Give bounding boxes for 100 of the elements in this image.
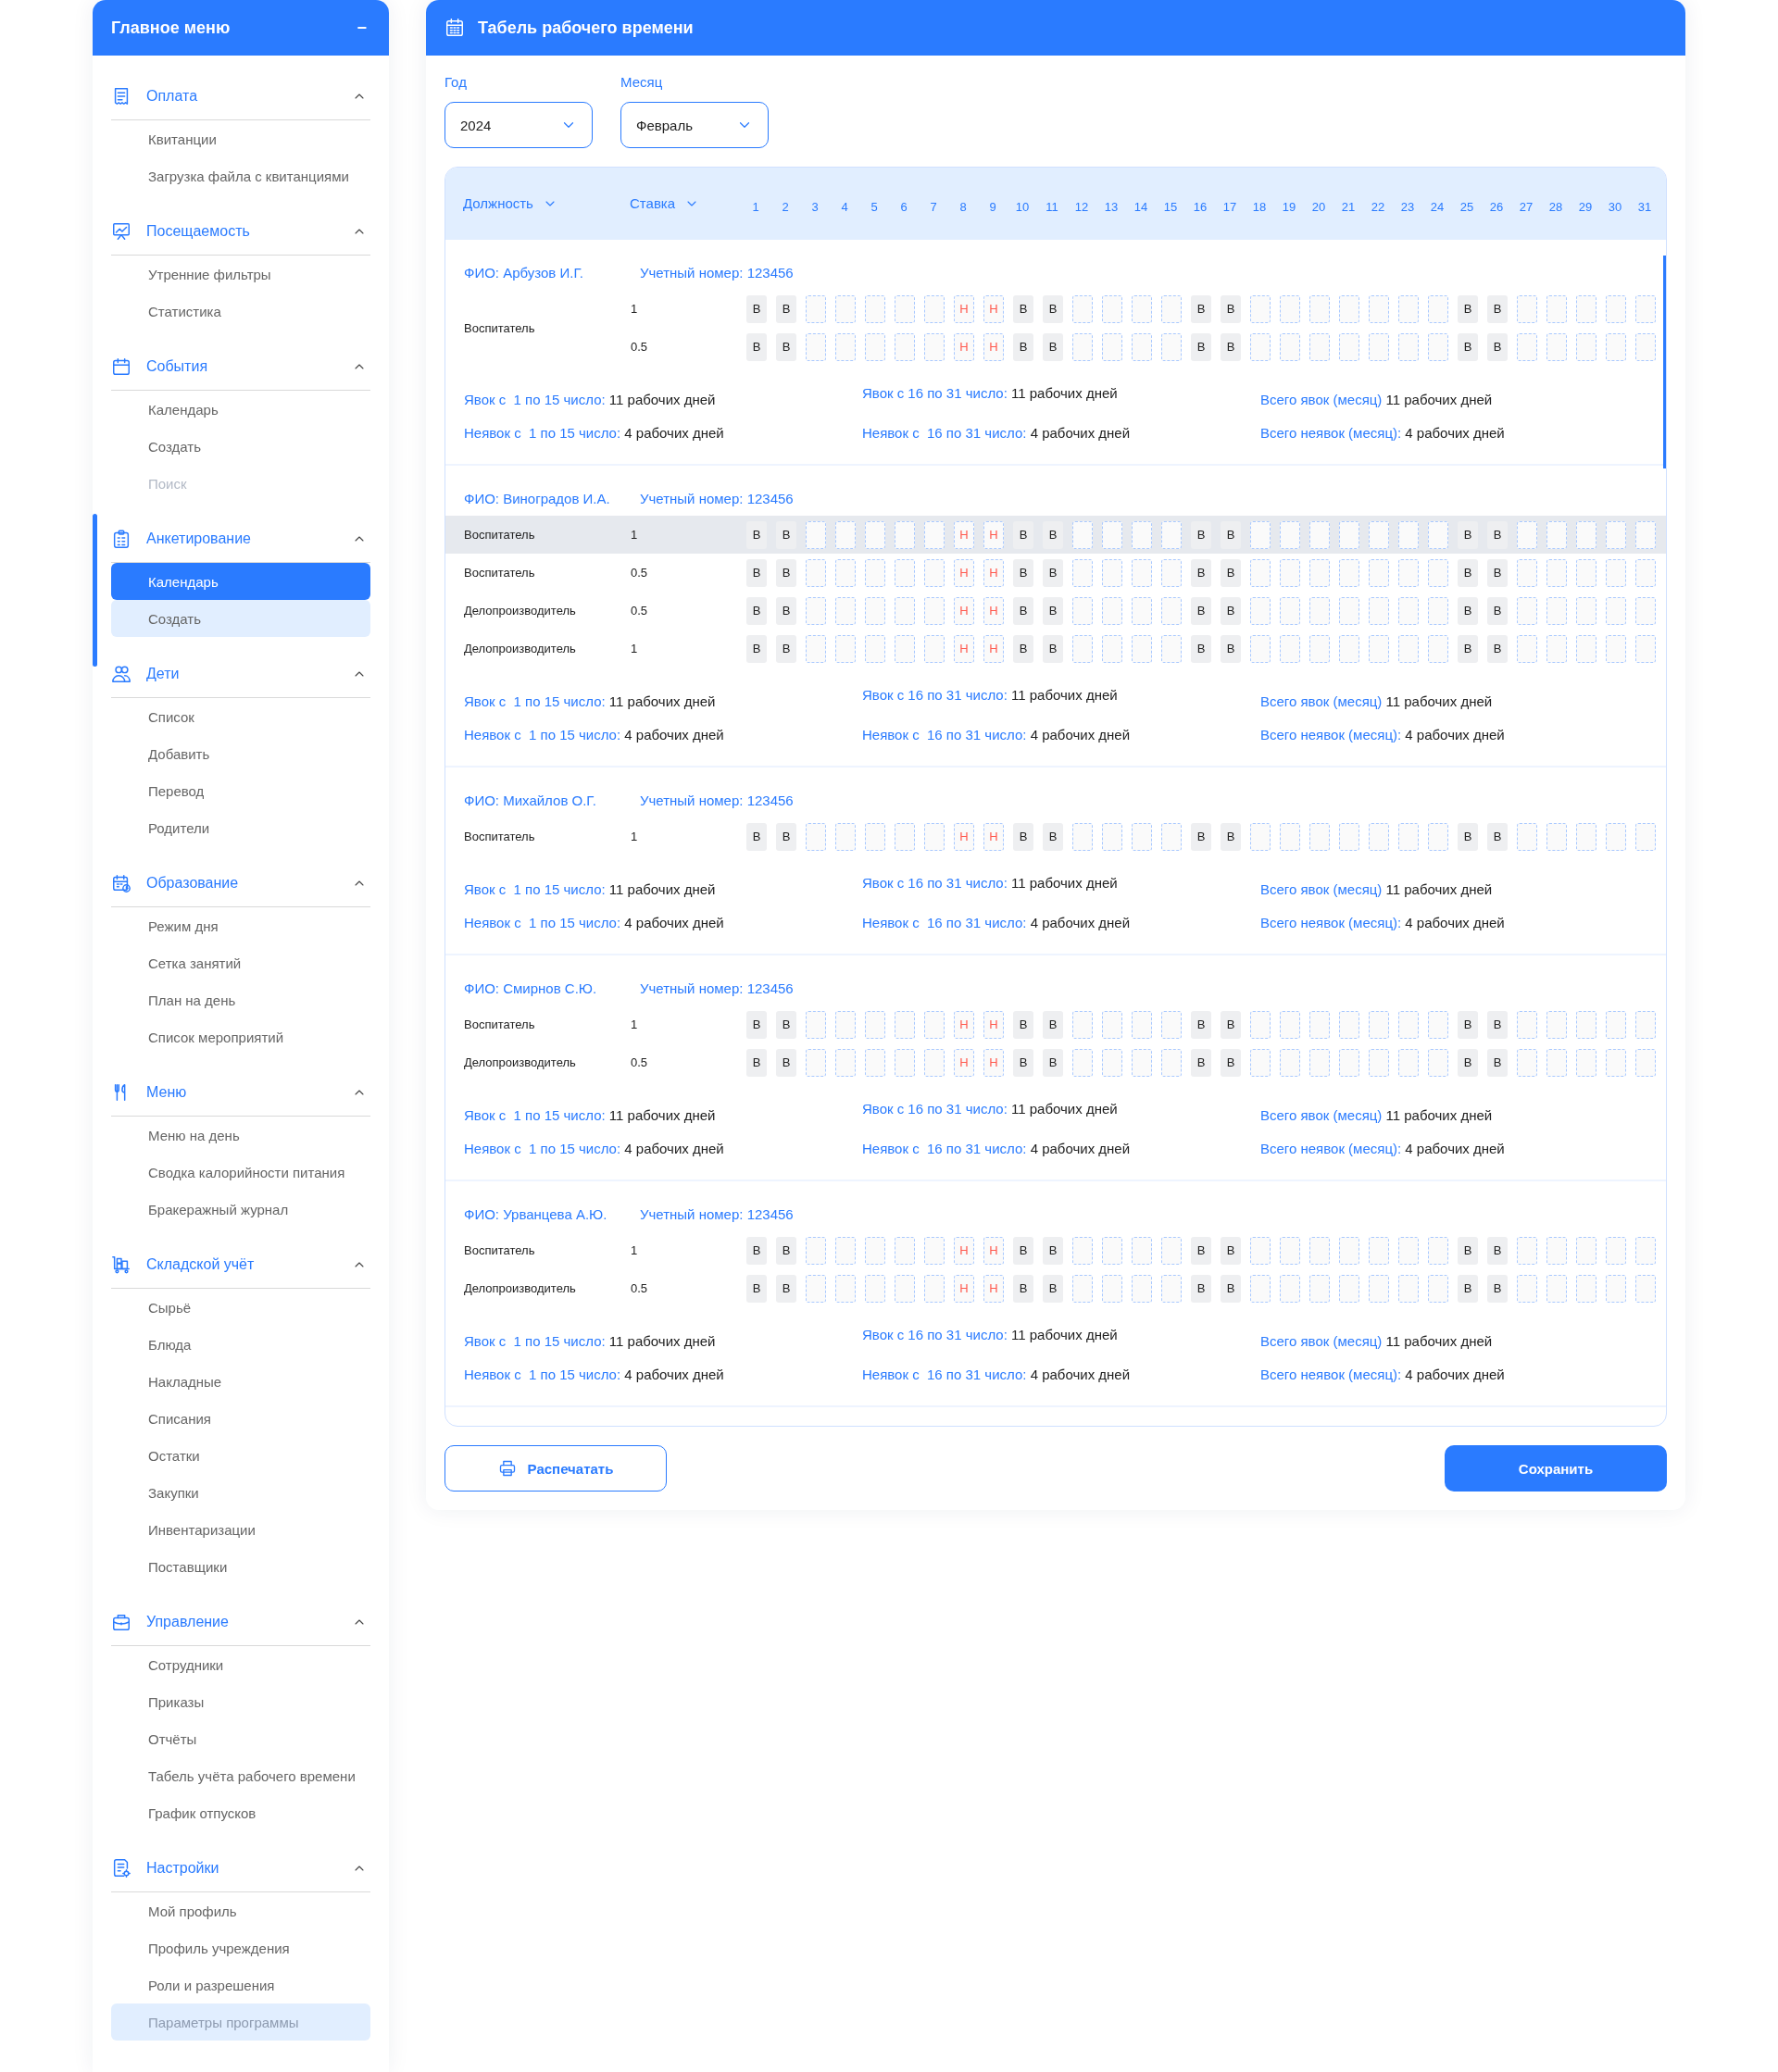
day-cell[interactable]: [895, 596, 915, 625]
menu-item[interactable]: Загрузка файла с квитанциями: [111, 157, 370, 194]
day-cell[interactable]: [1339, 1236, 1359, 1265]
day-cell[interactable]: [1517, 822, 1537, 851]
day-cell[interactable]: В: [746, 1236, 767, 1265]
day-cell[interactable]: [806, 1236, 826, 1265]
day-cell[interactable]: [895, 822, 915, 851]
day-cell[interactable]: [1517, 634, 1537, 663]
menu-item[interactable]: Остатки: [111, 1437, 370, 1474]
menu-item[interactable]: Сетка занятий: [111, 944, 370, 981]
day-cell[interactable]: [924, 822, 945, 851]
day-cell[interactable]: [1428, 294, 1448, 323]
section-header[interactable]: Меню: [111, 1068, 370, 1117]
day-cell[interactable]: [1161, 294, 1182, 323]
day-cell[interactable]: В: [776, 558, 796, 587]
day-cell[interactable]: В: [776, 332, 796, 361]
day-cell[interactable]: В: [1221, 634, 1241, 663]
day-cell[interactable]: [865, 332, 885, 361]
section-header[interactable]: Управление: [111, 1598, 370, 1646]
day-cell[interactable]: [924, 1010, 945, 1039]
day-cell[interactable]: [1250, 1274, 1271, 1303]
menu-item[interactable]: Создать: [111, 600, 370, 637]
day-cell[interactable]: В: [1043, 1236, 1063, 1265]
day-cell[interactable]: [1161, 332, 1182, 361]
day-cell[interactable]: [1309, 332, 1330, 361]
day-cell[interactable]: [895, 1010, 915, 1039]
menu-item[interactable]: Инвентаризации: [111, 1511, 370, 1548]
day-cell[interactable]: [1428, 520, 1448, 549]
menu-item[interactable]: Приказы: [111, 1683, 370, 1720]
menu-item[interactable]: Квитанции: [111, 120, 370, 157]
day-cell[interactable]: [835, 1274, 856, 1303]
day-cell[interactable]: [1309, 520, 1330, 549]
day-cell[interactable]: [1309, 1236, 1330, 1265]
day-cell[interactable]: [835, 596, 856, 625]
day-cell[interactable]: [806, 1274, 826, 1303]
day-cell[interactable]: [1250, 596, 1271, 625]
day-cell[interactable]: [1606, 294, 1626, 323]
day-cell[interactable]: [1517, 332, 1537, 361]
day-cell[interactable]: [865, 634, 885, 663]
day-cell[interactable]: [924, 294, 945, 323]
day-cell[interactable]: В: [1191, 1010, 1211, 1039]
menu-item[interactable]: Создать: [111, 428, 370, 465]
day-cell[interactable]: [1398, 520, 1419, 549]
day-cell[interactable]: [1250, 558, 1271, 587]
day-cell[interactable]: [1161, 634, 1182, 663]
select-field[interactable]: Февраль: [620, 102, 769, 148]
menu-item[interactable]: Мой профиль: [111, 1892, 370, 1929]
day-cell[interactable]: [1517, 596, 1537, 625]
day-cell[interactable]: В: [1487, 822, 1508, 851]
day-cell[interactable]: [806, 822, 826, 851]
day-cell[interactable]: [835, 332, 856, 361]
day-cell[interactable]: В: [776, 1048, 796, 1077]
day-cell[interactable]: [1546, 1236, 1567, 1265]
day-cell[interactable]: В: [1458, 1010, 1478, 1039]
day-cell[interactable]: В: [1221, 520, 1241, 549]
day-cell[interactable]: В: [746, 294, 767, 323]
day-cell[interactable]: [1102, 596, 1122, 625]
menu-item[interactable]: Меню на день: [111, 1117, 370, 1154]
day-cell[interactable]: [1102, 634, 1122, 663]
menu-item[interactable]: Блюда: [111, 1326, 370, 1363]
day-cell[interactable]: В: [1013, 822, 1033, 851]
day-cell[interactable]: [1339, 332, 1359, 361]
day-cell[interactable]: [1280, 294, 1300, 323]
day-cell[interactable]: В: [1458, 1048, 1478, 1077]
day-cell[interactable]: [1072, 822, 1093, 851]
day-cell[interactable]: В: [1191, 294, 1211, 323]
day-cell[interactable]: [1606, 1236, 1626, 1265]
day-cell[interactable]: [1072, 596, 1093, 625]
menu-item[interactable]: Сотрудники: [111, 1646, 370, 1683]
day-cell[interactable]: [1546, 1010, 1567, 1039]
day-cell[interactable]: В: [1043, 1010, 1063, 1039]
day-cell[interactable]: В: [1487, 294, 1508, 323]
day-cell[interactable]: В: [1221, 1048, 1241, 1077]
day-cell[interactable]: [1546, 294, 1567, 323]
day-cell[interactable]: [895, 558, 915, 587]
day-cell[interactable]: [1428, 1048, 1448, 1077]
day-cell[interactable]: [924, 634, 945, 663]
day-cell[interactable]: [1428, 1274, 1448, 1303]
day-cell[interactable]: В: [1191, 332, 1211, 361]
day-cell[interactable]: [806, 332, 826, 361]
day-cell[interactable]: [1635, 822, 1656, 851]
day-cell[interactable]: [806, 634, 826, 663]
day-cell[interactable]: [806, 520, 826, 549]
day-cell[interactable]: [1576, 294, 1596, 323]
day-cell[interactable]: [865, 1010, 885, 1039]
day-cell[interactable]: В: [1458, 294, 1478, 323]
day-cell[interactable]: [1309, 822, 1330, 851]
menu-item[interactable]: Накладные: [111, 1363, 370, 1400]
day-cell[interactable]: [1576, 822, 1596, 851]
menu-item[interactable]: План на день: [111, 981, 370, 1018]
day-cell[interactable]: [1132, 520, 1152, 549]
day-cell[interactable]: [1428, 332, 1448, 361]
day-cell[interactable]: [1339, 520, 1359, 549]
day-cell[interactable]: В: [1221, 596, 1241, 625]
menu-item[interactable]: Закупки: [111, 1474, 370, 1511]
day-cell[interactable]: [806, 1010, 826, 1039]
day-cell[interactable]: [806, 1048, 826, 1077]
day-cell[interactable]: [1546, 1274, 1567, 1303]
day-cell[interactable]: В: [1013, 596, 1033, 625]
day-cell[interactable]: [865, 822, 885, 851]
